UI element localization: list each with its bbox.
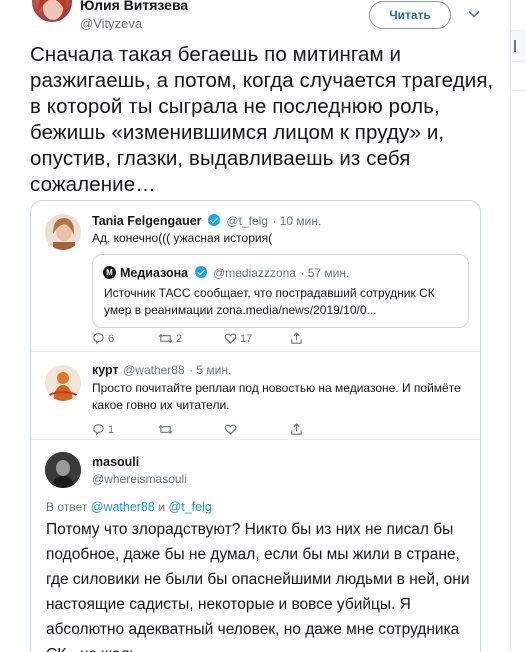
reply-author-handle[interactable]: @t_felg	[226, 214, 268, 228]
quote-text: Источник ТАСС сообщает, что пострадавший…	[104, 286, 435, 317]
retweet-button[interactable]	[158, 423, 224, 436]
follow-button[interactable]: Читать	[369, 1, 451, 29]
sidebar-edge-mark	[514, 40, 522, 52]
right-divider	[510, 0, 511, 652]
reply-author-name[interactable]: masouli	[92, 455, 139, 469]
sidebar-edge-line	[511, 90, 526, 91]
chevron-down-icon[interactable]	[467, 7, 481, 21]
reply-count: 6	[108, 332, 115, 345]
quote-author-handle: @mediazzzona	[213, 266, 296, 280]
like-count: 17	[240, 332, 253, 345]
verified-icon	[194, 266, 207, 278]
like-icon	[224, 424, 237, 435]
quote-author-name: Медиазона	[120, 266, 189, 280]
tweet-actions: 1	[92, 423, 356, 436]
like-icon	[224, 333, 237, 344]
reply-icon	[93, 333, 104, 345]
quoted-tweet[interactable]: M Медиазона @mediazzzona · 57 мин. Источ…	[92, 254, 469, 328]
mediazona-logo: M	[103, 266, 116, 279]
embedded-thread[interactable]: Tania Felgengauer @t_felg · 10 мин. Ад, …	[30, 200, 481, 652]
author-handle[interactable]: @Vityzeva	[80, 16, 142, 31]
thread-reply-1[interactable]: Tania Felgengauer @t_felg · 10 мин. Ад, …	[31, 201, 480, 351]
reply-button[interactable]: 6	[92, 332, 158, 345]
reply-time[interactable]: · 5 мин.	[189, 363, 231, 377]
verified-icon	[207, 214, 220, 226]
reply-author-handle[interactable]: @whereismasouli	[92, 472, 187, 486]
share-icon	[291, 332, 302, 344]
like-button[interactable]: 17	[224, 332, 290, 345]
reply-count: 1	[108, 423, 115, 436]
like-button[interactable]	[224, 423, 290, 436]
tweet-text: Сначала такая бегаешь по митингам и разж…	[30, 43, 494, 196]
avatar[interactable]	[45, 214, 81, 250]
reply-button[interactable]: 1	[92, 423, 158, 436]
tweet-actions: 6 2 17	[92, 332, 356, 345]
share-icon	[291, 423, 302, 435]
reply-time[interactable]: · 10 мин.	[272, 214, 321, 228]
share-button[interactable]	[290, 423, 356, 436]
avatar[interactable]	[45, 365, 81, 401]
reply-to-line: В ответ @wather88 и @t_felg	[46, 500, 212, 514]
avatar[interactable]	[45, 452, 81, 488]
retweet-count: 2	[176, 332, 183, 345]
reply-to-and: и	[158, 500, 166, 514]
reply-to-prefix: В ответ	[46, 500, 88, 514]
reply-text: Просто почитайте реплаи под новостью на …	[92, 381, 461, 412]
author-name[interactable]: Юлия Витязева	[80, 0, 188, 13]
quote-time: · 57 мин.	[300, 266, 350, 280]
retweet-icon	[158, 333, 173, 344]
reply-author-name[interactable]: курт	[92, 363, 119, 377]
reply-to-user-link[interactable]: @wather88	[91, 500, 155, 514]
share-button[interactable]	[290, 332, 356, 345]
reply-author-handle[interactable]: @wather88	[123, 363, 185, 377]
reply-icon	[93, 424, 104, 436]
reply-to-user-link[interactable]: @t_felg	[169, 500, 212, 514]
reply-author-name[interactable]: Tania Felgengauer	[92, 214, 202, 228]
reply-text: Потому что злорадствуют? Никто бы из них…	[46, 521, 470, 652]
author-avatar[interactable]	[32, 0, 72, 22]
thread-reply-2[interactable]: курт @wather88 · 5 мин. Просто почитайте…	[31, 351, 480, 447]
retweet-icon	[158, 424, 173, 435]
retweet-button[interactable]: 2	[158, 332, 224, 345]
reply-text: Ад, конечно((( ужасная история(	[92, 231, 273, 245]
